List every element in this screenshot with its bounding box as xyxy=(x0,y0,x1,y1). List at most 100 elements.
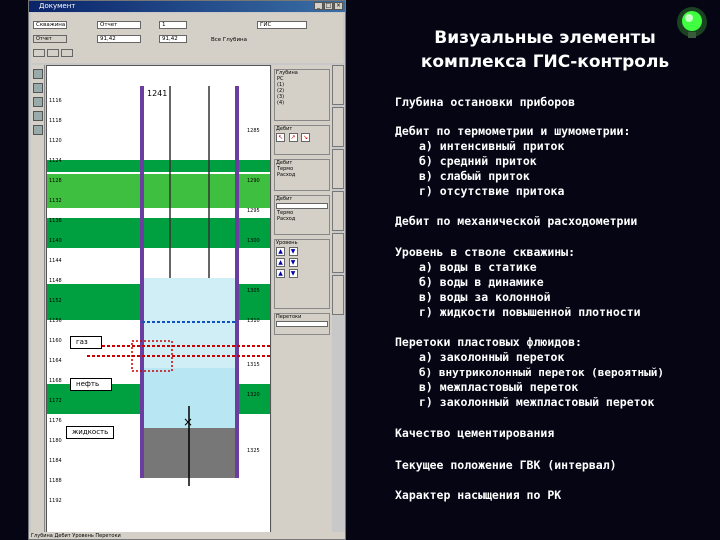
svg-text:1152: 1152 xyxy=(49,298,62,304)
minimize-button[interactable]: _ xyxy=(314,2,323,10)
stop-marker: × xyxy=(183,415,193,429)
depth-option-5[interactable]: (4) xyxy=(275,100,329,106)
depth-scale: 1116 1118 1120 1124 1128 1132 1136 1140 1144 1… xyxy=(49,98,62,504)
toolbar: Скважина Отчет 1 ГИС Отчет 91,42 91,42 В… xyxy=(31,13,343,63)
well-field[interactable]: Скважина xyxy=(33,21,67,29)
svg-text:1144: 1144 xyxy=(49,258,62,264)
flows-group-title: Перетоки xyxy=(275,314,329,320)
level-down-button[interactable]: ▼ xyxy=(288,269,298,278)
tool-button-1[interactable] xyxy=(33,49,45,57)
level-group-title: Уровень xyxy=(275,240,329,246)
tab-4[interactable] xyxy=(332,191,344,231)
tab-5[interactable] xyxy=(332,233,344,273)
svg-text:1300: 1300 xyxy=(247,238,260,244)
flow-sub-b: б) внутриколонный переток (вероятный) xyxy=(419,366,665,379)
svg-text:1310: 1310 xyxy=(247,318,260,324)
tab-2[interactable] xyxy=(332,107,344,147)
svg-text:1325: 1325 xyxy=(247,448,260,454)
flow-sub-a: а) заколонный переток xyxy=(419,350,565,364)
flow-sub-c: в) межпластовый переток xyxy=(419,380,579,394)
tab-6[interactable] xyxy=(332,275,344,315)
item-saturation: Характер насыщения по РК xyxy=(395,488,562,502)
callout-liquid: жидкость xyxy=(66,426,114,439)
debit-sub-b: б) средний приток xyxy=(419,154,537,168)
tool-icon-5[interactable] xyxy=(33,125,43,135)
svg-text:1120: 1120 xyxy=(49,138,62,144)
report-button[interactable]: Отчет xyxy=(33,35,67,43)
debit-sub-a: а) интенсивный приток xyxy=(419,139,565,153)
well-log-plot[interactable]: × 1241 1116 1118 1120 1124 1128 1132 1136 114… xyxy=(46,65,271,533)
svg-text:1180: 1180 xyxy=(49,438,62,444)
flow-arrow-button[interactable]: ↘ xyxy=(301,133,311,142)
close-button[interactable]: × xyxy=(334,2,343,10)
debit-sub-d: г) отсутствие притока xyxy=(419,184,565,198)
tool-icon-1[interactable] xyxy=(33,69,43,79)
color-selector[interactable] xyxy=(276,203,328,209)
level-sub-d: г) жидкости повышенной плотности xyxy=(419,305,641,319)
flows-group: Перетоки xyxy=(274,313,330,335)
tab-3[interactable] xyxy=(332,149,344,189)
svg-text:1136: 1136 xyxy=(49,218,62,224)
item-level: Уровень в стволе скважины: xyxy=(395,245,576,259)
status-bar: Глубина Дебит Уровень Перетоки xyxy=(29,532,345,539)
level-up-button[interactable]: ▲ xyxy=(276,258,285,267)
svg-text:1192: 1192 xyxy=(49,498,62,504)
svg-text:1160: 1160 xyxy=(49,338,62,344)
svg-text:1118: 1118 xyxy=(49,118,62,124)
level-sub-c: в) воды за колонной xyxy=(419,290,551,304)
svg-text:1320: 1320 xyxy=(247,392,260,398)
flowmeter-radio[interactable]: Расход xyxy=(275,172,329,178)
window-title: Документ xyxy=(39,2,76,10)
svg-text:1116: 1116 xyxy=(49,98,62,104)
tool-icon-3[interactable] xyxy=(33,97,43,107)
flow-arrow-button[interactable]: ↖ xyxy=(276,133,285,142)
item-cement: Качество цементирования xyxy=(395,426,555,440)
debit-group-4-title: Дебит xyxy=(275,196,329,202)
item-debit-thermo: Дебит по термометрии и шумометрии: xyxy=(395,124,631,138)
flowmeter-radio-2[interactable]: Расход xyxy=(275,216,329,222)
svg-text:1128: 1128 xyxy=(49,178,62,184)
tool-icon-4[interactable] xyxy=(33,111,43,121)
title-line-2: комплекса ГИС-контроль xyxy=(420,52,670,72)
svg-text:1285: 1285 xyxy=(247,128,260,134)
debit-thermo-group: Дебит ↖ ↗ ↘ xyxy=(274,125,330,155)
item-debit-mech: Дебит по механической расходометрии xyxy=(395,214,638,228)
level-down-button[interactable]: ▼ xyxy=(288,247,298,256)
level-up-button[interactable]: ▲ xyxy=(276,269,285,278)
svg-text:1315: 1315 xyxy=(247,362,260,368)
depth-to-field[interactable]: 91,42 xyxy=(159,35,187,43)
tool-icon-2[interactable] xyxy=(33,83,43,93)
callout-gas: газ xyxy=(70,336,102,349)
control-panel: Глубина РС (1) (2) (3) (4) Дебит ↖ ↗ ↘ Д… xyxy=(272,65,332,533)
level-sub-a: а) воды в статике xyxy=(419,260,537,274)
field-2[interactable]: Отчет xyxy=(97,21,141,29)
level-down-button[interactable]: ▼ xyxy=(288,258,298,267)
toolbar-checks[interactable]: Все Глубина xyxy=(211,37,247,43)
svg-text:1305: 1305 xyxy=(247,288,260,294)
svg-text:1156: 1156 xyxy=(49,318,62,324)
field-6[interactable]: ГИС xyxy=(257,21,307,29)
tool-button-3[interactable] xyxy=(61,49,73,57)
svg-text:1140: 1140 xyxy=(49,238,62,244)
callout-oil: нефть xyxy=(70,378,112,391)
depth-from-field[interactable]: 91,42 xyxy=(97,35,141,43)
field-3[interactable]: 1 xyxy=(159,21,187,29)
item-gwc: Текущее положение ГВК (интервал) xyxy=(395,458,617,472)
svg-text:1164: 1164 xyxy=(49,358,62,364)
flow-arrow-button[interactable]: ↗ xyxy=(288,133,298,142)
level-up-button[interactable]: ▲ xyxy=(276,247,285,256)
svg-text:1176: 1176 xyxy=(49,418,62,424)
svg-text:1188: 1188 xyxy=(49,478,62,484)
app-window: Документ _ □ × Скважина Отчет 1 ГИС Отче… xyxy=(28,0,346,540)
level-group: Уровень ▲ ▼ ▲ ▼ ▲ ▼ xyxy=(274,239,330,309)
flows-selector[interactable] xyxy=(276,321,328,327)
left-toolbar xyxy=(31,65,45,535)
tab-1[interactable] xyxy=(332,65,344,105)
debit-group-4: Дебит Термо Расход xyxy=(274,195,330,235)
window-controls: _ □ × xyxy=(314,2,343,10)
vertical-tabs xyxy=(332,65,345,335)
tool-button-2[interactable] xyxy=(47,49,59,57)
maximize-button[interactable]: □ xyxy=(324,2,333,10)
debit-sub-c: в) слабый приток xyxy=(419,169,530,183)
debit-group-title: Дебит xyxy=(275,126,329,132)
